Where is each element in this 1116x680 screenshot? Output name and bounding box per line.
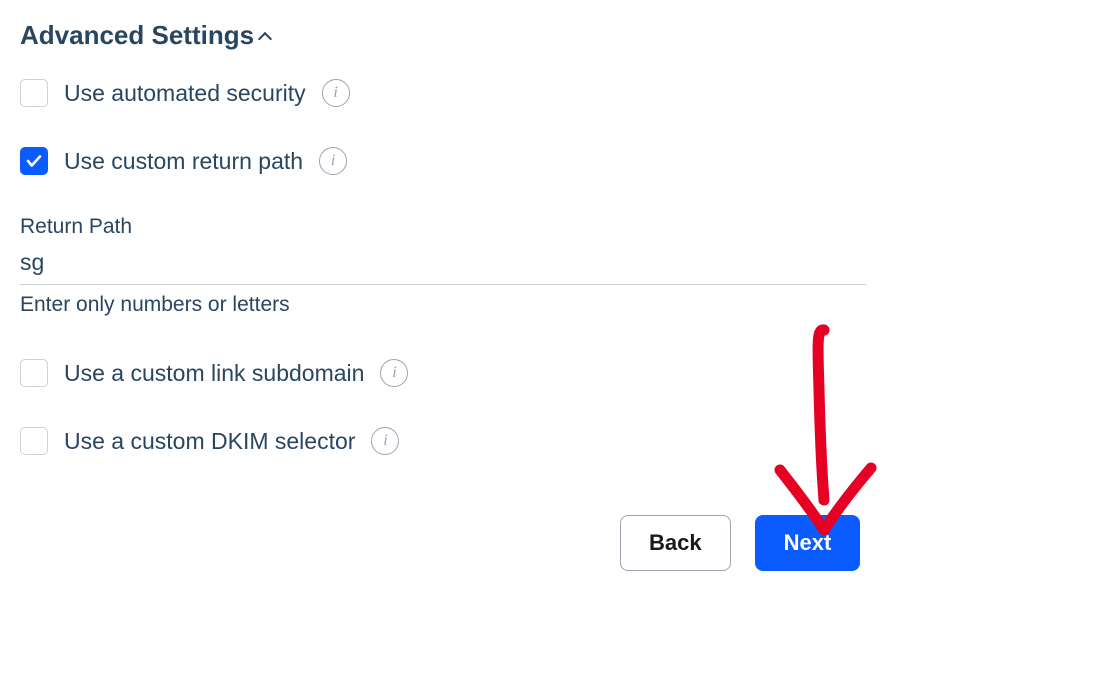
custom-dkim-selector-label: Use a custom DKIM selector bbox=[64, 428, 355, 455]
info-icon[interactable]: i bbox=[319, 147, 347, 175]
automated-security-label: Use automated security bbox=[64, 80, 306, 107]
return-path-input[interactable] bbox=[20, 245, 866, 285]
option-custom-link-subdomain: Use a custom link subdomain i bbox=[20, 359, 1096, 387]
custom-dkim-selector-checkbox[interactable] bbox=[20, 427, 48, 455]
custom-return-path-checkbox[interactable] bbox=[20, 147, 48, 175]
custom-link-subdomain-checkbox[interactable] bbox=[20, 359, 48, 387]
next-button[interactable]: Next bbox=[755, 515, 861, 571]
option-automated-security: Use automated security i bbox=[20, 79, 1096, 107]
chevron-up-icon bbox=[258, 31, 272, 45]
advanced-settings-toggle[interactable]: Advanced Settings bbox=[20, 20, 1096, 51]
info-icon[interactable]: i bbox=[371, 427, 399, 455]
button-row: Back Next bbox=[620, 515, 1096, 571]
custom-link-subdomain-label: Use a custom link subdomain bbox=[64, 360, 364, 387]
return-path-label: Return Path bbox=[20, 215, 866, 239]
automated-security-checkbox[interactable] bbox=[20, 79, 48, 107]
section-title: Advanced Settings bbox=[20, 20, 254, 51]
info-icon[interactable]: i bbox=[380, 359, 408, 387]
option-custom-dkim-selector: Use a custom DKIM selector i bbox=[20, 427, 1096, 455]
custom-return-path-label: Use custom return path bbox=[64, 148, 303, 175]
return-path-help: Enter only numbers or letters bbox=[20, 293, 866, 317]
info-icon[interactable]: i bbox=[322, 79, 350, 107]
option-custom-return-path: Use custom return path i bbox=[20, 147, 1096, 175]
back-button[interactable]: Back bbox=[620, 515, 731, 571]
return-path-field: Return Path Enter only numbers or letter… bbox=[20, 215, 866, 317]
